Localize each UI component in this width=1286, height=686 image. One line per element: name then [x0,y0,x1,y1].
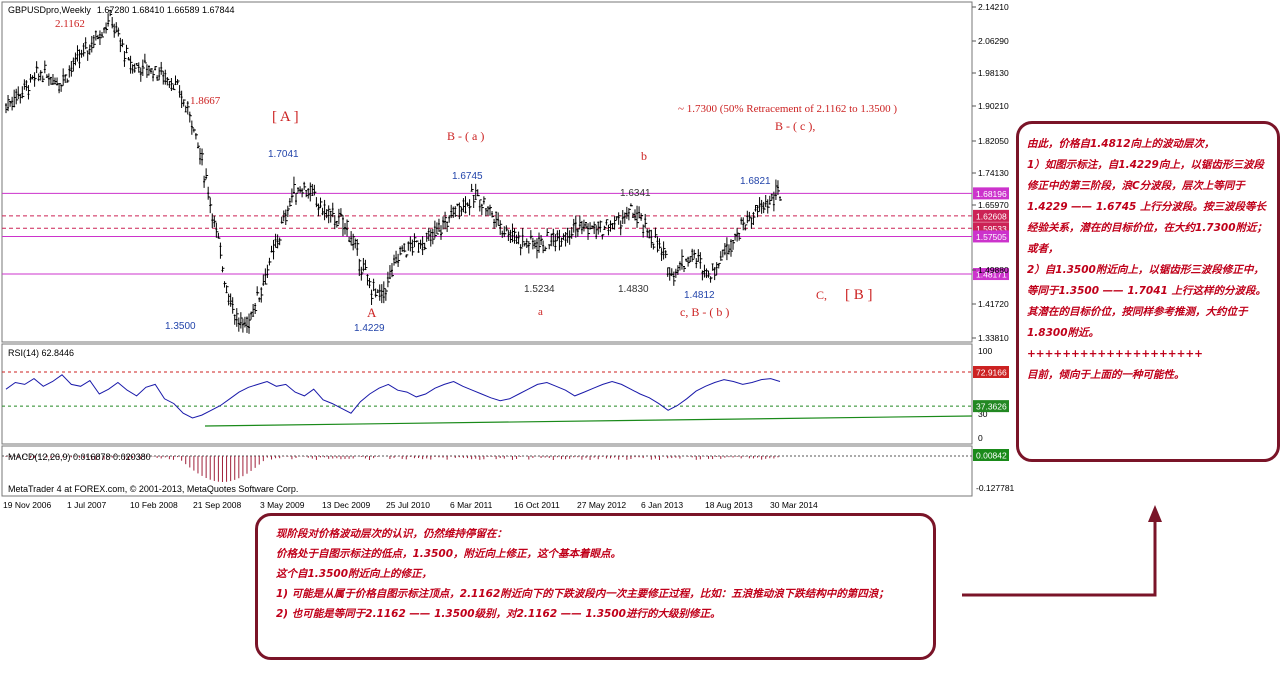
date-tick-label: 3 May 2009 [260,500,305,510]
wave-annotation: b [641,149,647,163]
wave-annotation: 1.8667 [190,95,221,107]
price-tick-label: 1.82050 [978,136,1009,146]
note-right-line: 2）自1.3500附近向上，以锯齿形三波段修正中，等同于1.3500 —— 1.… [1027,264,1267,339]
date-axis: 19 Nov 2006 1 Jul 2007 10 Feb 2008 21 Sep 2… [3,500,818,510]
wave-annotation: 1.4229 [354,323,385,334]
wave-annotation: 1.5234 [524,284,555,295]
price-tick-label: 2.14210 [978,2,1009,12]
date-tick-label: 13 Dec 2009 [322,500,370,510]
level-label: 1.57505 [976,232,1007,242]
price-tick-label: 1.74130 [978,168,1009,178]
price-tick-label: 1.98130 [978,68,1009,78]
wave-annotation: 1.4830 [618,284,649,295]
wave-annotation: C, [816,288,827,302]
note-bottom-line: 1) 可能是从属于价格自图示标注顶点，2.1162附近向下的下跌波段内一次主要修… [276,588,889,600]
wave-annotation: [ A ] [272,109,299,125]
note-right-line: 由此，价格自1.4812向上的波动层次， [1027,138,1215,150]
rsi-label: RSI(14) 62.8446 [8,348,74,358]
rsi-level-label: 37.3626 [976,402,1007,412]
wave-annotation: 1.6745 [452,171,483,182]
date-tick-label: 27 May 2012 [577,500,626,510]
date-tick-label: 6 Mar 2011 [450,500,493,510]
macd-label: MACD(12,26,9) 0.016878 0.020380 [8,452,151,462]
note-right-line: 目前，倾向于上面的一种可能性。 [1027,369,1185,381]
footer-copyright: MetaTrader 4 at FOREX.com, © 2001-2013, … [8,484,298,494]
note-bottom-line: 现阶段对价格波动层次的认识，仍然维持停留在： [276,528,507,540]
wave-annotation: 1.6821 [740,176,771,187]
wave-annotation: B - ( a ) [447,129,484,143]
analysis-note-right: 由此，价格自1.4812向上的波动层次， 1）如图示标注，自1.4229向上，以… [1016,121,1280,462]
chart-header: GBPUSDpro,Weekly 1.67280 1.68410 1.66589 … [8,5,235,15]
note-right-line: ++++++++++++++++++++ [1027,348,1203,360]
date-tick-label: 30 Mar 2014 [770,500,818,510]
wave-annotation: ~ 1.7300 (50% Retracement of 2.1162 to 1… [678,103,897,115]
price-tick-label: 1.41720 [978,299,1009,309]
macd-value-label: 0.00842 [976,451,1007,461]
price-tick-label: 1.65970 [978,200,1009,210]
wave-annotation: 2.1162 [55,18,85,30]
price-tick-label: 2.06290 [978,36,1009,46]
price-tick-label: 1.33810 [978,333,1009,343]
date-tick-label: 18 Aug 2013 [705,500,753,510]
price-tick-label: 1.90210 [978,101,1009,111]
rsi-level-label: 72.9166 [976,368,1007,378]
wave-annotation: B - ( c ), [775,119,815,133]
rsi-tick-label: 100 [978,346,992,356]
date-tick-label: 16 Oct 2011 [514,500,560,510]
date-tick-label: 19 Nov 2006 [3,500,51,510]
level-label: 1.68196 [976,189,1007,199]
price-tick-label: 1.49880 [978,265,1009,275]
wave-annotation: 1.6341 [620,188,651,199]
wave-annotation: 1.4812 [684,290,715,301]
wave-annotation: c, B - ( b ) [680,305,729,319]
connector-arrow [962,520,1157,597]
note-bottom-line: 这个自1.3500附近向上的修正， [276,568,433,580]
wave-annotation: 1.7041 [268,149,299,160]
rsi-frame [1,343,973,445]
date-tick-label: 10 Feb 2008 [130,500,178,510]
date-tick-label: 1 Jul 2007 [67,500,106,510]
note-bottom-line: 价格处于自图示标注的低点，1.3500，附近向上修正，这个基本着眼点。 [276,548,622,560]
macd-min-label: -0.127781 [976,483,1015,493]
wave-annotation: [ B ] [845,287,873,303]
date-tick-label: 21 Sep 2008 [193,500,241,510]
note-right-line: 1）如图示标注，自1.4229向上，以锯齿形三波段修正中的第三阶段，浪C分波段，… [1027,159,1268,255]
note-bottom-line: 2) 也可能是等同于2.1162 —— 1.3500级别，对2.1162 —— … [276,608,721,620]
wave-annotation: A [367,305,377,320]
date-tick-label: 6 Jan 2013 [641,500,683,510]
analysis-note-bottom: 现阶段对价格波动层次的认识，仍然维持停留在： 价格处于自图示标注的低点，1.35… [255,513,936,660]
wave-annotation: 1.3500 [165,321,196,332]
connector-arrowhead [1148,505,1162,522]
rsi-tick-label: 0 [978,433,983,443]
date-tick-label: 25 Jul 2010 [386,500,430,510]
wave-annotation: a [538,306,543,318]
price-axis: 2.14210 2.06290 1.98130 1.90210 1.82050 1.741… [972,2,1009,343]
level-label: 1.62608 [976,211,1007,221]
